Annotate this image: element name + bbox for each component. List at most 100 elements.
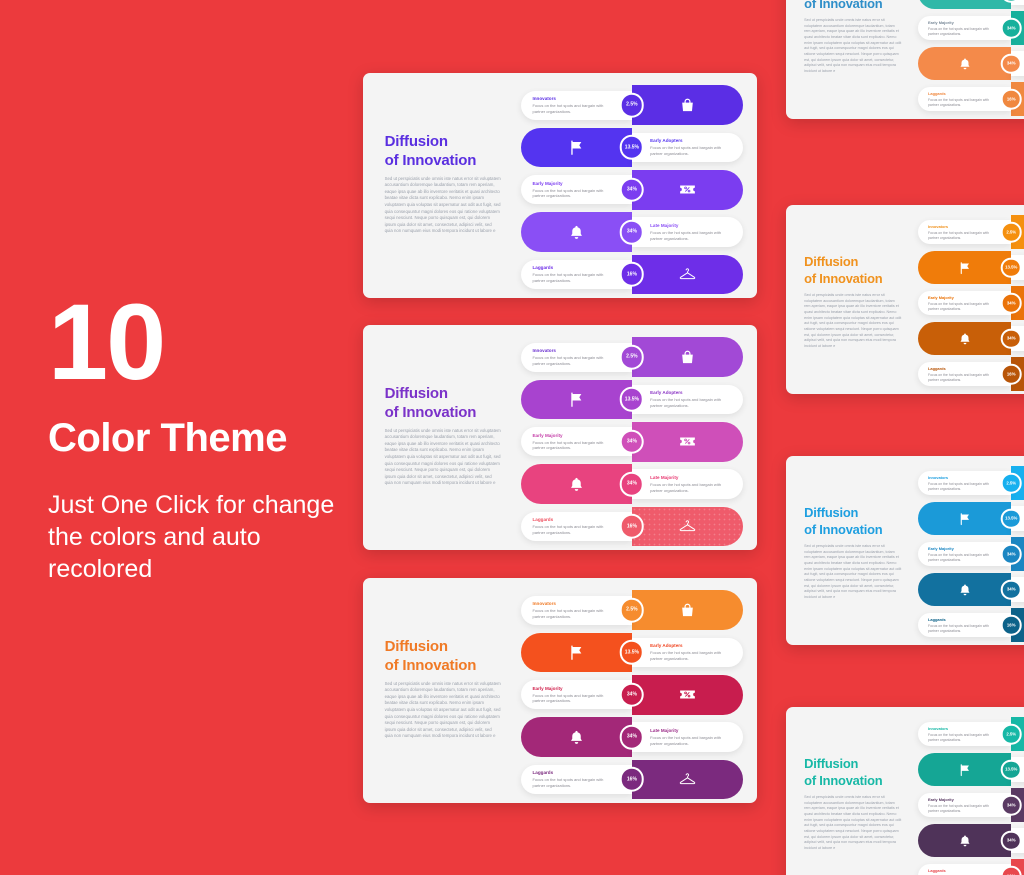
timeline-row[interactable]: LaggardsFocus on the hot spots and barga… bbox=[918, 608, 1024, 642]
stage-info-card[interactable]: Early Majority Focus on the hot spots and… bbox=[918, 792, 1012, 818]
stage-info-card[interactable]: Early Majority Focus on the hot spots and… bbox=[520, 427, 632, 457]
timeline-row[interactable]: LaggardsFocus on the hot spots and barga… bbox=[520, 254, 744, 295]
slide-teal-orange-top[interactable]: Diffusionof Innovation Sed ut perspiciati… bbox=[786, 0, 1024, 119]
stage-pill[interactable] bbox=[520, 212, 632, 252]
stage-info-card[interactable]: Innovators Focus on the hot spots and bar… bbox=[918, 219, 1012, 245]
timeline-row[interactable]: Early AdoptersFocus on the hot spots and… bbox=[918, 0, 1024, 10]
stage-info-card[interactable]: Early Majority Focus on the hot spots and… bbox=[918, 290, 1012, 316]
timeline-row[interactable]: LaggardsFocus on the hot spots and barga… bbox=[918, 82, 1024, 116]
timeline-row[interactable]: LaggardsFocus on the hot spots and barga… bbox=[918, 357, 1024, 391]
stage-info-card[interactable]: Early AdoptersFocus on the hot spots and… bbox=[631, 384, 744, 415]
timeline-row[interactable]: Innovators Focus on the hot spots and bar… bbox=[520, 85, 744, 125]
timeline-row[interactable]: Early Majority Focus on the hot spots and… bbox=[520, 421, 744, 462]
stage-pill[interactable] bbox=[631, 759, 744, 800]
timeline-row[interactable]: Early AdoptersFocus on the hot spots and… bbox=[520, 632, 744, 673]
slide-orange-purple[interactable]: Diffusion of Innovation Sed ut perspiciati… bbox=[363, 578, 757, 803]
stage-info-card[interactable]: Innovators Focus on the hot spots and bar… bbox=[918, 721, 1012, 747]
stage-info-card[interactable]: LaggardsFocus on the hot spots and barga… bbox=[520, 511, 632, 541]
diffusion-timeline: InnovatorsFocus on the hot spots and bar… bbox=[918, 215, 1024, 393]
timeline-row[interactable]: Early AdoptersFocus on the hot spots and… bbox=[918, 752, 1024, 787]
timeline-row[interactable]: LaggardsFocus on the hot spots and barga… bbox=[520, 506, 744, 547]
stage-info-card[interactable]: Early Majority Focus on the hot spots and… bbox=[520, 680, 632, 710]
stage-info-card[interactable]: LaggardsFocus on the hot spots and barga… bbox=[918, 863, 1012, 875]
timeline-row[interactable]: Late MajorityFocus on the hot spots and … bbox=[918, 321, 1024, 356]
stage-percentage: 34% bbox=[1000, 579, 1022, 600]
stage-pill[interactable] bbox=[631, 337, 744, 377]
timeline-row[interactable]: Late MajorityFocus on the hot spots and … bbox=[918, 823, 1024, 858]
stage-pill[interactable] bbox=[918, 321, 1012, 356]
stage-info-card[interactable]: LaggardsFocus on the hot spots and barga… bbox=[520, 764, 632, 794]
stage-description: Focus on the hot spots and bargain with … bbox=[532, 607, 604, 619]
stage-info-card[interactable]: Innovators Focus on the hot spots and bar… bbox=[520, 90, 632, 120]
timeline-row[interactable]: LaggardsFocus on the hot spots and barga… bbox=[520, 759, 744, 800]
timeline-row[interactable]: Early AdoptersFocus on the hot spots and… bbox=[918, 250, 1024, 285]
promo-title: Color Theme bbox=[48, 416, 287, 461]
stage-pill[interactable] bbox=[520, 464, 632, 504]
ticket-percent-icon bbox=[679, 686, 696, 703]
stage-info-card[interactable]: LaggardsFocus on the hot spots and barga… bbox=[918, 361, 1012, 387]
timeline-row[interactable]: Late MajorityFocus on the hot spots and … bbox=[520, 464, 744, 504]
timeline-row[interactable]: Early Majority Focus on the hot spots and… bbox=[520, 674, 744, 715]
timeline-row[interactable]: LaggardsFocus on the hot spots and barga… bbox=[918, 859, 1024, 875]
stage-pill[interactable] bbox=[520, 379, 632, 420]
stage-pill[interactable] bbox=[631, 506, 744, 547]
stage-info-card[interactable]: LaggardsFocus on the hot spots and barga… bbox=[918, 86, 1012, 112]
timeline-row[interactable]: Early Majority Focus on the hot spots and… bbox=[918, 537, 1024, 571]
stage-info-card[interactable]: Late MajorityFocus on the hot spots and … bbox=[631, 217, 744, 247]
stage-info-card[interactable]: LaggardsFocus on the hot spots and barga… bbox=[520, 259, 632, 289]
stage-pill[interactable] bbox=[631, 169, 744, 210]
timeline-row[interactable]: Early Majority Focus on the hot spots and… bbox=[918, 788, 1024, 822]
stage-info-card[interactable]: Early AdoptersFocus on the hot spots and… bbox=[631, 637, 744, 668]
stage-info-card[interactable]: Early Majority Focus on the hot spots and… bbox=[918, 15, 1012, 41]
timeline-row[interactable]: Innovators Focus on the hot spots and bar… bbox=[918, 215, 1024, 249]
timeline-row[interactable]: Early AdoptersFocus on the hot spots and… bbox=[520, 379, 744, 420]
stage-pill[interactable] bbox=[918, 752, 1012, 787]
stage-pill[interactable] bbox=[918, 823, 1012, 858]
stage-pill[interactable] bbox=[918, 0, 1012, 10]
stage-pill[interactable] bbox=[918, 250, 1012, 285]
slide-body-text: Sed ut perspiciatis unde omnis iste natu… bbox=[384, 427, 501, 486]
stage-info-card[interactable]: Early Majority Focus on the hot spots and… bbox=[520, 175, 632, 205]
timeline-row[interactable]: Late MajorityFocus on the hot spots and … bbox=[520, 717, 744, 757]
stage-info-card[interactable]: LaggardsFocus on the hot spots and barga… bbox=[918, 612, 1012, 638]
slide-teal-purple[interactable]: Diffusion of Innovation Sed ut perspiciati… bbox=[786, 707, 1024, 875]
timeline-row[interactable]: Innovators Focus on the hot spots and bar… bbox=[918, 717, 1024, 751]
timeline-row[interactable]: Early AdoptersFocus on the hot spots and… bbox=[918, 501, 1024, 536]
stage-info-card[interactable]: Innovators Focus on the hot spots and bar… bbox=[520, 595, 632, 625]
timeline-row[interactable]: Late MajorityFocus on the hot spots and … bbox=[918, 572, 1024, 607]
stage-pill[interactable] bbox=[631, 421, 744, 462]
slide-orange[interactable]: Diffusion of Innovation Sed ut perspiciati… bbox=[786, 205, 1024, 394]
timeline-row[interactable]: Late MajorityFocus on the hot spots and … bbox=[918, 46, 1024, 81]
stage-info-card[interactable]: Innovators Focus on the hot spots and bar… bbox=[918, 470, 1012, 496]
timeline-row[interactable]: Early Majority Focus on the hot spots and… bbox=[520, 169, 744, 210]
stage-pill[interactable] bbox=[520, 717, 632, 757]
slide-blue[interactable]: Diffusion of Innovation Sed ut perspiciati… bbox=[786, 456, 1024, 645]
stage-info-card[interactable]: Late MajorityFocus on the hot spots and … bbox=[631, 469, 744, 499]
timeline-row[interactable]: Early Majority Focus on the hot spots and… bbox=[918, 11, 1024, 45]
stage-info-card[interactable]: Late MajorityFocus on the hot spots and … bbox=[631, 722, 744, 752]
stage-pill[interactable] bbox=[520, 632, 632, 673]
timeline-row[interactable]: Innovators Focus on the hot spots and bar… bbox=[520, 337, 744, 377]
timeline-row[interactable]: Innovators Focus on the hot spots and bar… bbox=[520, 590, 744, 630]
slide-purple-pink[interactable]: Diffusion of Innovation Sed ut perspiciati… bbox=[363, 325, 757, 550]
stage-pill[interactable] bbox=[631, 590, 744, 630]
timeline-row[interactable]: Early Majority Focus on the hot spots and… bbox=[918, 286, 1024, 320]
stage-pill[interactable] bbox=[631, 85, 744, 125]
stage-pill[interactable] bbox=[918, 501, 1012, 536]
stage-pill[interactable] bbox=[631, 254, 744, 295]
flag-icon bbox=[568, 139, 585, 156]
stage-pill[interactable] bbox=[631, 674, 744, 715]
timeline-row[interactable]: Late MajorityFocus on the hot spots and … bbox=[520, 212, 744, 252]
stage-pill[interactable] bbox=[918, 572, 1012, 607]
stage-label: Early Majority bbox=[927, 796, 954, 802]
stage-description: Focus on the hot spots and bargain with … bbox=[927, 803, 989, 813]
flag-icon bbox=[568, 644, 585, 661]
stage-info-card[interactable]: Early AdoptersFocus on the hot spots and… bbox=[631, 132, 744, 163]
timeline-row[interactable]: Early AdoptersFocus on the hot spots and… bbox=[520, 127, 744, 168]
stage-info-card[interactable]: Innovators Focus on the hot spots and bar… bbox=[520, 342, 632, 372]
stage-pill[interactable] bbox=[918, 46, 1012, 81]
timeline-row[interactable]: Innovators Focus on the hot spots and bar… bbox=[918, 466, 1024, 500]
stage-pill[interactable] bbox=[520, 127, 632, 168]
stage-info-card[interactable]: Early Majority Focus on the hot spots and… bbox=[918, 541, 1012, 567]
slide-purple-indigo[interactable]: Diffusion of Innovation Sed ut perspiciati… bbox=[363, 73, 757, 298]
